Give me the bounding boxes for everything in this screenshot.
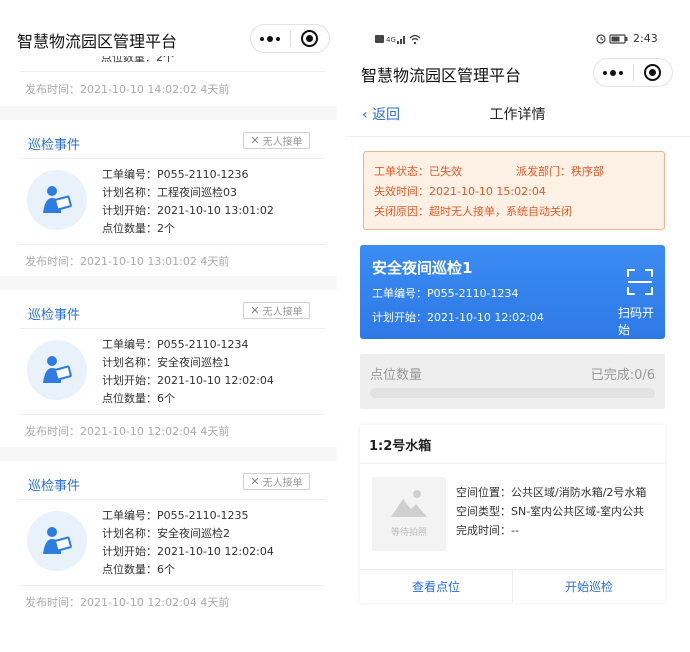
point-count-box: 点位数量 已完成:0/6 bbox=[360, 354, 665, 409]
event-title: 巡检事件 bbox=[28, 479, 81, 494]
status-tag: ✕ 无人接单 bbox=[243, 473, 310, 490]
close-icon: ✕ bbox=[250, 304, 260, 317]
scan-icon[interactable] bbox=[627, 269, 653, 295]
inspector-avatar-icon bbox=[27, 340, 87, 400]
more-icon bbox=[603, 69, 624, 76]
work-detail-screen: 4G 2:43 智慧物流园区管理平台 工作详情 ‹ 返回 工单状态：已失效 派发部… bbox=[345, 0, 690, 652]
clock: 2:43 bbox=[633, 32, 658, 45]
inspector-avatar-icon bbox=[27, 170, 87, 230]
space-type: 空间类型：SN-室内公共区域-室内公共 bbox=[456, 505, 645, 518]
done-time: 完成时间：-- bbox=[456, 524, 519, 537]
task-title: 安全夜间巡检1 bbox=[372, 259, 473, 277]
miniprogram-capsule bbox=[593, 58, 673, 87]
progress-bar bbox=[370, 388, 655, 398]
svg-text:4G: 4G bbox=[386, 36, 396, 44]
event-title: 巡检事件 bbox=[28, 308, 81, 323]
close-miniprogram-button[interactable] bbox=[291, 25, 330, 52]
view-point-button[interactable]: 查看点位 bbox=[360, 570, 512, 603]
target-icon bbox=[644, 64, 662, 81]
publish-time: 发布时间：2021-10-10 12:02:04 4天前 bbox=[25, 596, 230, 609]
image-placeholder-icon bbox=[391, 490, 427, 517]
start-inspection-button[interactable]: 开始巡检 bbox=[513, 570, 665, 603]
miniprogram-capsule bbox=[250, 24, 330, 53]
close-icon: ✕ bbox=[250, 134, 260, 147]
point-info: 空间位置：公共区域/消防水箱/2号水箱 空间类型：SN-室内公共区域-室内公共 … bbox=[456, 483, 646, 540]
back-button[interactable]: ‹ 返回 bbox=[362, 104, 400, 124]
status-tag: ✕ 无人接单 bbox=[243, 302, 310, 319]
more-icon bbox=[260, 35, 281, 42]
card-info: 工单编号：P055-2110-1236 计划名称：工程夜间巡检03 计划开始：2… bbox=[102, 168, 274, 235]
status-tag: ✕ 无人接单 bbox=[243, 132, 310, 149]
task-card: 安全夜间巡检1 工单编号：P055-2110-1234 计划开始：2021-10… bbox=[360, 245, 665, 339]
dispatch-dept: 派发部门：秩序部 bbox=[516, 165, 604, 178]
close-reason: 关闭原因：超时无人接单，系统自动关闭 bbox=[374, 205, 572, 218]
point-card: 1:2号水箱 等待拍照 空间位置：公共区域/消防水箱/2号水箱 空间类型：SN-… bbox=[360, 425, 665, 603]
inspector-avatar-icon bbox=[27, 511, 87, 571]
close-icon: ✕ bbox=[250, 475, 260, 488]
order-status: 工单状态：已失效 bbox=[374, 165, 462, 178]
point-count-cut: 点位数量：2个 bbox=[101, 56, 174, 64]
alarm-battery-icon bbox=[596, 34, 628, 44]
publish-time: 发布时间：2021-10-10 13:01:02 4天前 bbox=[25, 255, 230, 268]
target-icon bbox=[301, 30, 319, 47]
card-info: 工单编号：P055-2110-1234 计划名称：安全夜间巡检1 计划开始：20… bbox=[102, 338, 274, 405]
point-title: 1:2号水箱 bbox=[369, 439, 432, 454]
app-title: 智慧物流园区管理平台 bbox=[17, 32, 178, 51]
task-order-no: 工单编号：P055-2110-1234 bbox=[372, 287, 519, 300]
publish-time: 发布时间：2021-10-10 12:02:04 4天前 bbox=[25, 425, 230, 438]
space-location: 空间位置：公共区域/消防水箱/2号水箱 bbox=[456, 486, 647, 499]
point-actions: 查看点位 开始巡检 bbox=[360, 569, 665, 603]
close-miniprogram-button[interactable] bbox=[634, 59, 673, 86]
nav-bar: 工作详情 ‹ 返回 bbox=[345, 92, 690, 137]
more-button[interactable] bbox=[594, 59, 633, 86]
more-button[interactable] bbox=[251, 25, 290, 52]
expired-alert: 工单状态：已失效 派发部门：秩序部 失效时间：2021-10-10 15:02:0… bbox=[363, 151, 665, 230]
publish-time: 发布时间：2021-10-10 14:02:02 4天前 bbox=[25, 83, 230, 96]
signal-wifi-icon: 4G bbox=[375, 34, 421, 45]
app-title: 智慧物流园区管理平台 bbox=[361, 66, 522, 85]
photo-placeholder: 等待拍照 bbox=[372, 477, 446, 551]
card-info: 工单编号：P055-2110-1235 计划名称：安全夜间巡检2 计划开始：20… bbox=[102, 509, 274, 576]
status-bar: 4G 2:43 bbox=[345, 0, 690, 50]
chevron-left-icon: ‹ bbox=[362, 107, 373, 123]
expire-time: 失效时间：2021-10-10 15:02:04 bbox=[374, 185, 546, 198]
completed-count: 已完成:0/6 bbox=[590, 368, 655, 383]
event-title: 巡检事件 bbox=[28, 138, 81, 153]
point-count-label: 点位数量 bbox=[370, 368, 423, 383]
scan-start-button[interactable]: 扫码开始 bbox=[618, 304, 665, 338]
inspection-list-screen: 智慧物流园区管理平台 点位数量：2个 发布时间：2021-10-10 14:02… bbox=[0, 0, 337, 652]
task-plan-start: 计划开始：2021-10-10 12:02:04 bbox=[372, 311, 544, 324]
